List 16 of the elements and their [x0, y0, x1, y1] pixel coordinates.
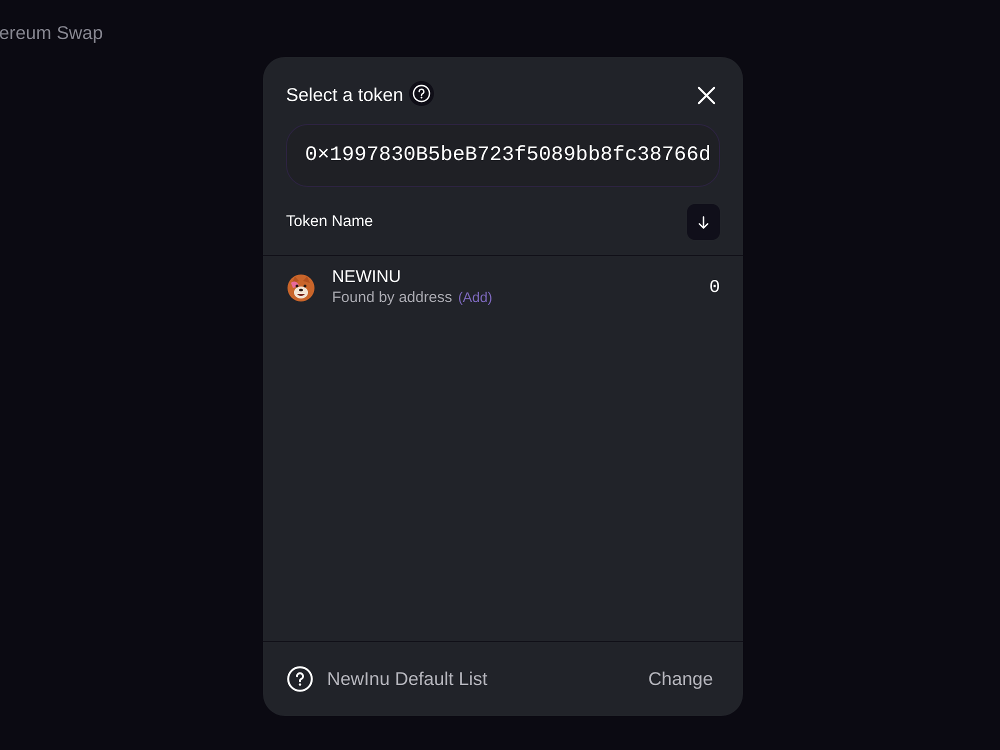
column-label: Token Name	[286, 213, 374, 231]
token-status: Found by address	[332, 288, 452, 308]
dog-logo-icon	[287, 274, 315, 302]
help-icon[interactable]	[287, 666, 313, 692]
token-list-name: NewInu Default List	[327, 668, 488, 690]
sort-button[interactable]	[687, 204, 720, 240]
modal-title: Select a token	[286, 84, 404, 106]
token-symbol: NEWINU	[332, 266, 402, 286]
search-field[interactable]: 0×1997830B5beB723f5089bb8fc38766d	[286, 124, 720, 187]
change-button[interactable]: Change	[648, 668, 713, 690]
token-balance: 0	[709, 278, 720, 298]
close-icon[interactable]	[697, 86, 716, 104]
help-icon[interactable]	[409, 80, 434, 106]
token-row[interactable]: NEWINU Found by address (Add) 0	[263, 256, 743, 320]
app-title: ereum Swap	[0, 22, 103, 44]
arrow-down-icon	[698, 216, 709, 228]
